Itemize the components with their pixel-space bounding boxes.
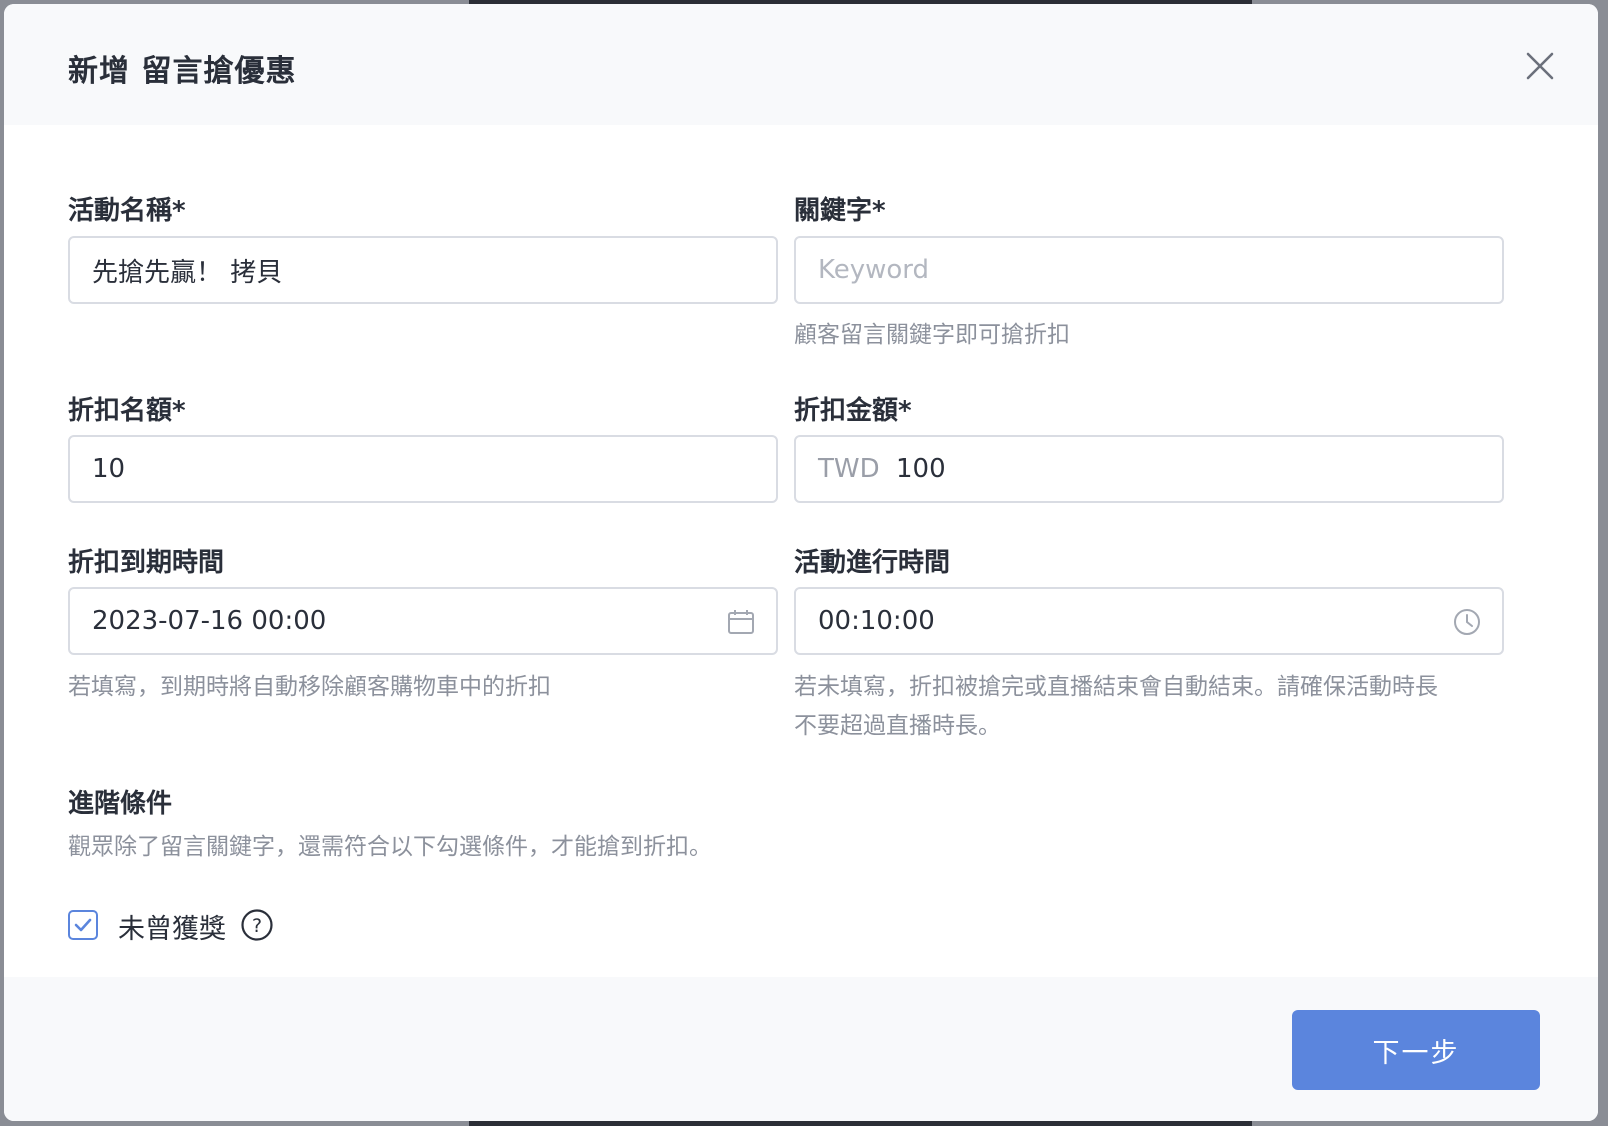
duration-helper-line-1: 若未填寫，折扣被搶完或直播結束會自動結束。請確保活動時長 — [794, 674, 1438, 700]
create-comment-discount-dialog: 新增 留言搶優惠 活動名稱* 關鍵字* 顧客留言關鍵字即可搶折扣 折扣名額* 折… — [4, 4, 1598, 1121]
discount-amount-label: 折扣金額* — [794, 396, 912, 426]
svg-text:?: ? — [252, 915, 262, 937]
activity-name-label: 活動名稱* — [68, 196, 186, 226]
dialog-header: 新增 留言搶優惠 — [4, 4, 1598, 125]
duration-label: 活動進行時間 — [794, 548, 951, 578]
discount-amount-field: TWD — [794, 435, 1512, 503]
never-won-label[interactable]: 未曾獲獎 — [118, 907, 226, 946]
duration-input[interactable] — [818, 589, 1434, 653]
currency-prefix: TWD — [818, 454, 880, 484]
expiry-time-helper-text: 若填寫，到期時將自動移除顧客購物車中的折扣 — [68, 674, 551, 700]
expiry-time-label: 折扣到期時間 — [68, 548, 225, 578]
discount-quota-field — [68, 435, 778, 503]
expiry-time-field[interactable] — [68, 587, 778, 655]
close-icon — [1526, 52, 1554, 80]
calendar-icon[interactable] — [726, 607, 756, 637]
close-button[interactable] — [1522, 48, 1558, 84]
discount-amount-input[interactable] — [896, 437, 1512, 501]
discount-quota-input[interactable] — [92, 437, 708, 501]
keyword-input[interactable] — [818, 238, 1434, 302]
never-won-checkbox[interactable] — [68, 910, 98, 940]
expiry-time-input[interactable] — [92, 589, 708, 653]
question-circle-icon[interactable]: ? — [240, 908, 274, 942]
next-step-button[interactable]: 下一步 — [1292, 1010, 1540, 1090]
keyword-label: 關鍵字* — [794, 196, 886, 226]
keyword-helper-text: 顧客留言關鍵字即可搶折扣 — [794, 322, 1070, 348]
activity-name-input[interactable] — [92, 238, 708, 302]
checkmark-icon — [74, 918, 92, 932]
discount-quota-label: 折扣名額* — [68, 396, 186, 426]
advanced-conditions-title: 進階條件 — [68, 789, 173, 819]
duration-helper-line-2: 不要超過直播時長。 — [794, 713, 1001, 739]
dialog-title: 新增 留言搶優惠 — [68, 54, 297, 89]
activity-name-field — [68, 236, 778, 304]
keyword-field — [794, 236, 1504, 304]
duration-field[interactable] — [794, 587, 1504, 655]
clock-icon[interactable] — [1452, 607, 1482, 637]
advanced-conditions-description: 觀眾除了留言關鍵字，還需符合以下勾選條件，才能搶到折扣。 — [68, 834, 712, 860]
